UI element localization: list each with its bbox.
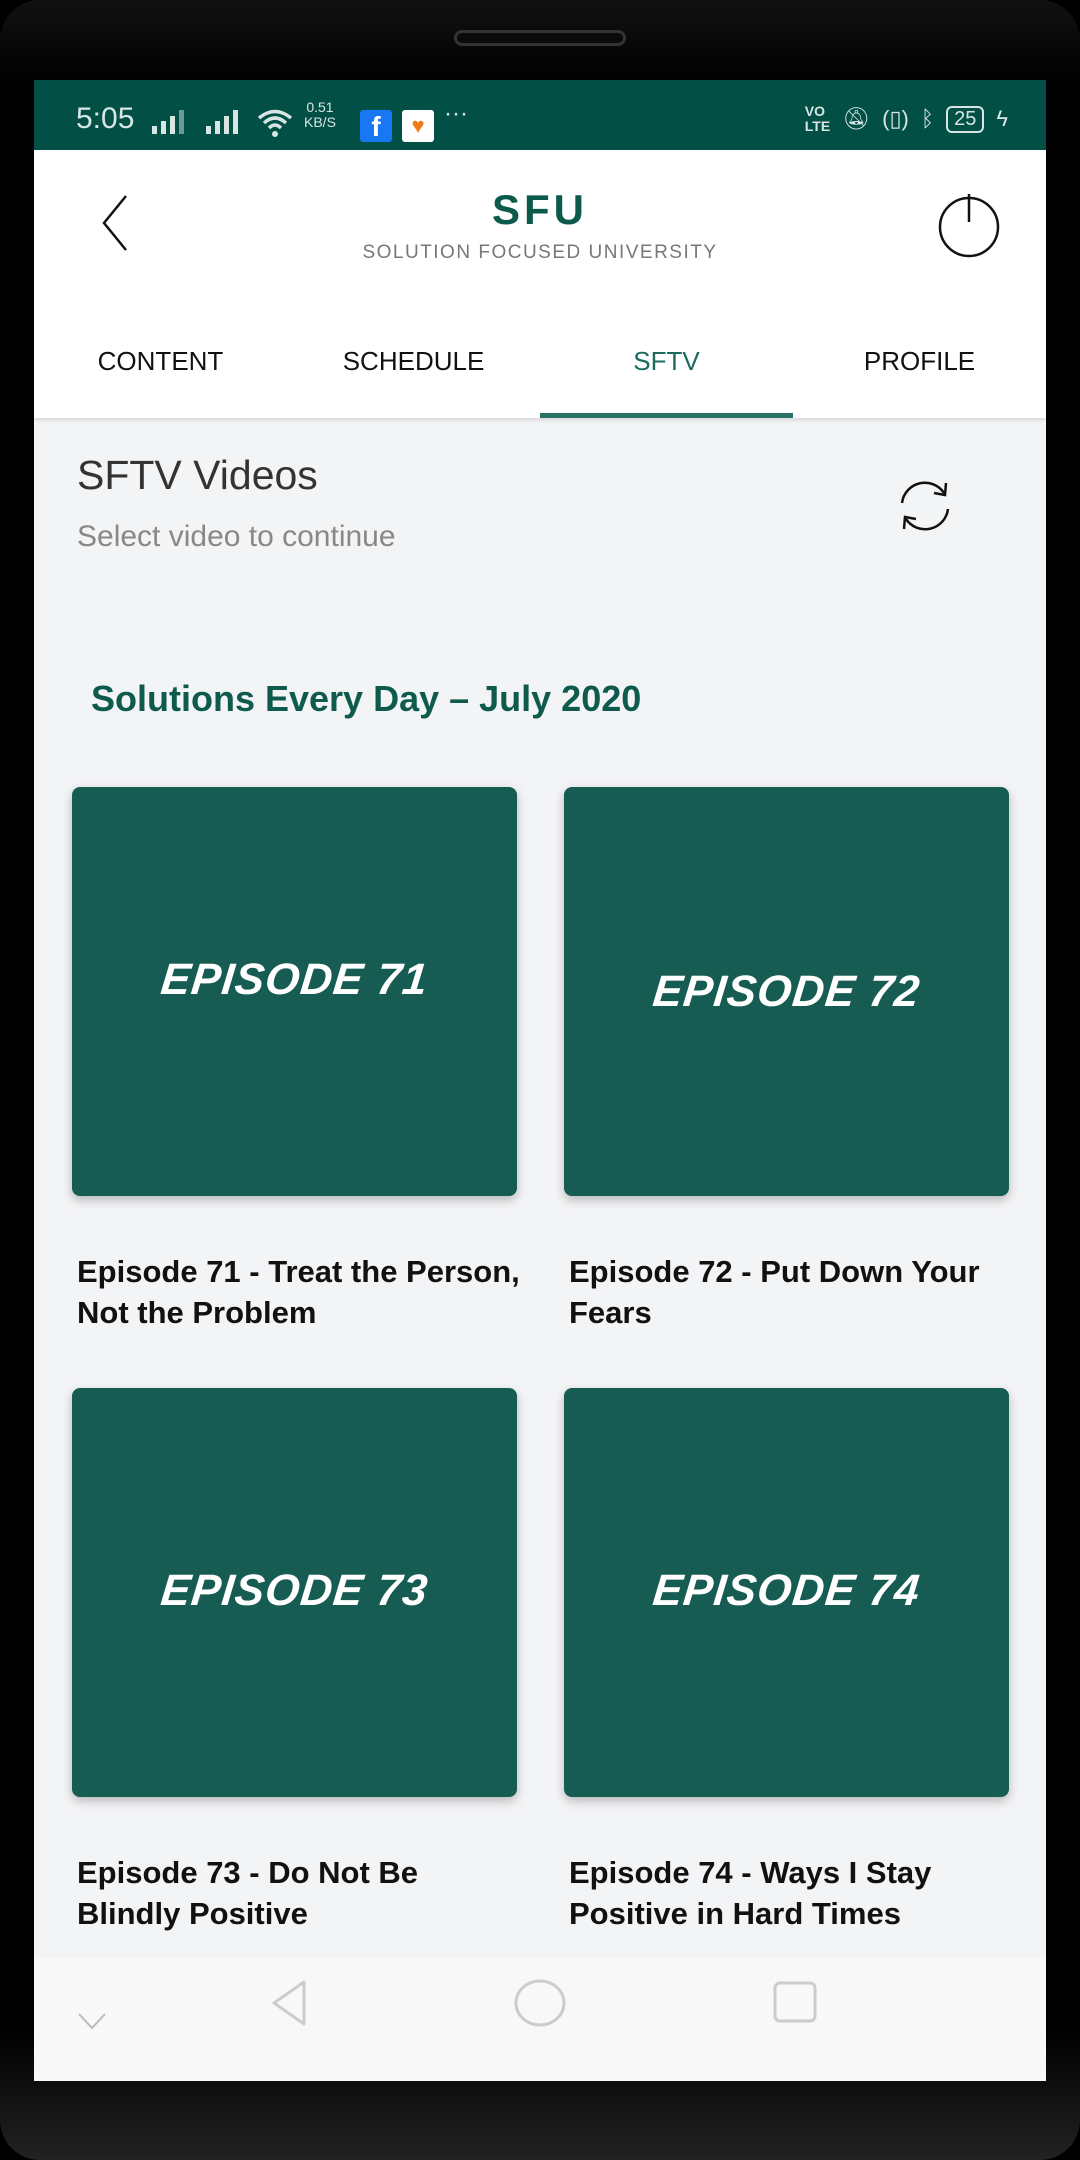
- wifi-icon: [257, 109, 293, 137]
- tab-profile[interactable]: PROFILE: [793, 320, 1046, 418]
- mute-icon: 🔕︎: [842, 106, 871, 131]
- speaker-grille: [454, 30, 626, 46]
- net-speed-unit: KB/S: [304, 114, 336, 130]
- signal-icon: [152, 110, 184, 134]
- vibrate-icon: (▯): [882, 106, 909, 131]
- video-thumbnail[interactable]: EPISODE 71: [72, 787, 517, 1196]
- power-icon[interactable]: [936, 192, 1002, 258]
- thumbnail-text: EPISODE 74: [650, 1566, 923, 1615]
- status-bar: 5:05 0.51 KB/S f ♥ ··· VO LTE 🔕︎ (▯) ᛒ 25 …: [34, 80, 1046, 150]
- heart-app-icon: ♥: [402, 110, 434, 142]
- bluetooth-icon: ᛒ: [920, 106, 935, 131]
- signal-icon-2: [206, 110, 238, 134]
- status-time: 5:05: [76, 102, 135, 135]
- charging-icon: ϟ: [996, 106, 1008, 131]
- thumbnail-text: EPISODE 71: [158, 955, 431, 1004]
- lte-label: LTE: [804, 118, 831, 134]
- app-subtitle: SOLUTION FOCUSED UNIVERSITY: [362, 242, 718, 263]
- system-nav-bar: [34, 1958, 1046, 2081]
- page-subtitle: Select video to continue: [77, 520, 396, 553]
- facebook-icon: f: [360, 110, 392, 142]
- tab-content[interactable]: CONTENT: [34, 320, 287, 418]
- app-header: SFU SOLUTION FOCUSED UNIVERSITY CONTENT …: [34, 150, 1046, 418]
- screen: 5:05 0.51 KB/S f ♥ ··· VO LTE 🔕︎ (▯) ᛒ 25 …: [34, 80, 1046, 2081]
- thumbnail-text: EPISODE 72: [650, 967, 923, 1016]
- more-notifications-icon: ···: [444, 100, 468, 127]
- video-title[interactable]: Episode 72 - Put Down Your Fears: [569, 1251, 1019, 1333]
- volte-label: VO: [804, 103, 826, 119]
- nav-home-icon[interactable]: [513, 1978, 567, 2028]
- video-thumbnail[interactable]: EPISODE 72: [564, 787, 1009, 1196]
- video-thumbnail[interactable]: EPISODE 74: [564, 1388, 1009, 1797]
- tab-schedule[interactable]: SCHEDULE: [287, 320, 540, 418]
- nav-back-icon[interactable]: [264, 1978, 314, 2028]
- section-title: Solutions Every Day – July 2020: [91, 678, 642, 719]
- net-speed-value: 0.51: [306, 99, 334, 115]
- video-title[interactable]: Episode 71 - Treat the Person, Not the P…: [77, 1251, 527, 1333]
- thumbnail-text: EPISODE 73: [158, 1566, 431, 1615]
- app-title: SFU: [492, 186, 588, 233]
- nav-hide-chevron-icon[interactable]: [76, 2010, 108, 2032]
- video-title[interactable]: Episode 74 - Ways I Stay Positive in Har…: [569, 1852, 1019, 1934]
- volte-icon: VO LTE: [805, 104, 830, 134]
- video-title[interactable]: Episode 73 - Do Not Be Blindly Positive: [77, 1852, 527, 1934]
- page-title: SFTV Videos: [77, 452, 318, 498]
- tab-bar: CONTENT SCHEDULE SFTV PROFILE: [34, 320, 1046, 418]
- tab-sftv[interactable]: SFTV: [540, 320, 793, 418]
- refresh-icon[interactable]: [894, 475, 956, 537]
- nav-recents-icon[interactable]: [772, 1980, 818, 2026]
- video-thumbnail[interactable]: EPISODE 73: [72, 1388, 517, 1797]
- net-speed: 0.51 KB/S: [304, 100, 336, 130]
- battery-icon: 25: [946, 105, 985, 133]
